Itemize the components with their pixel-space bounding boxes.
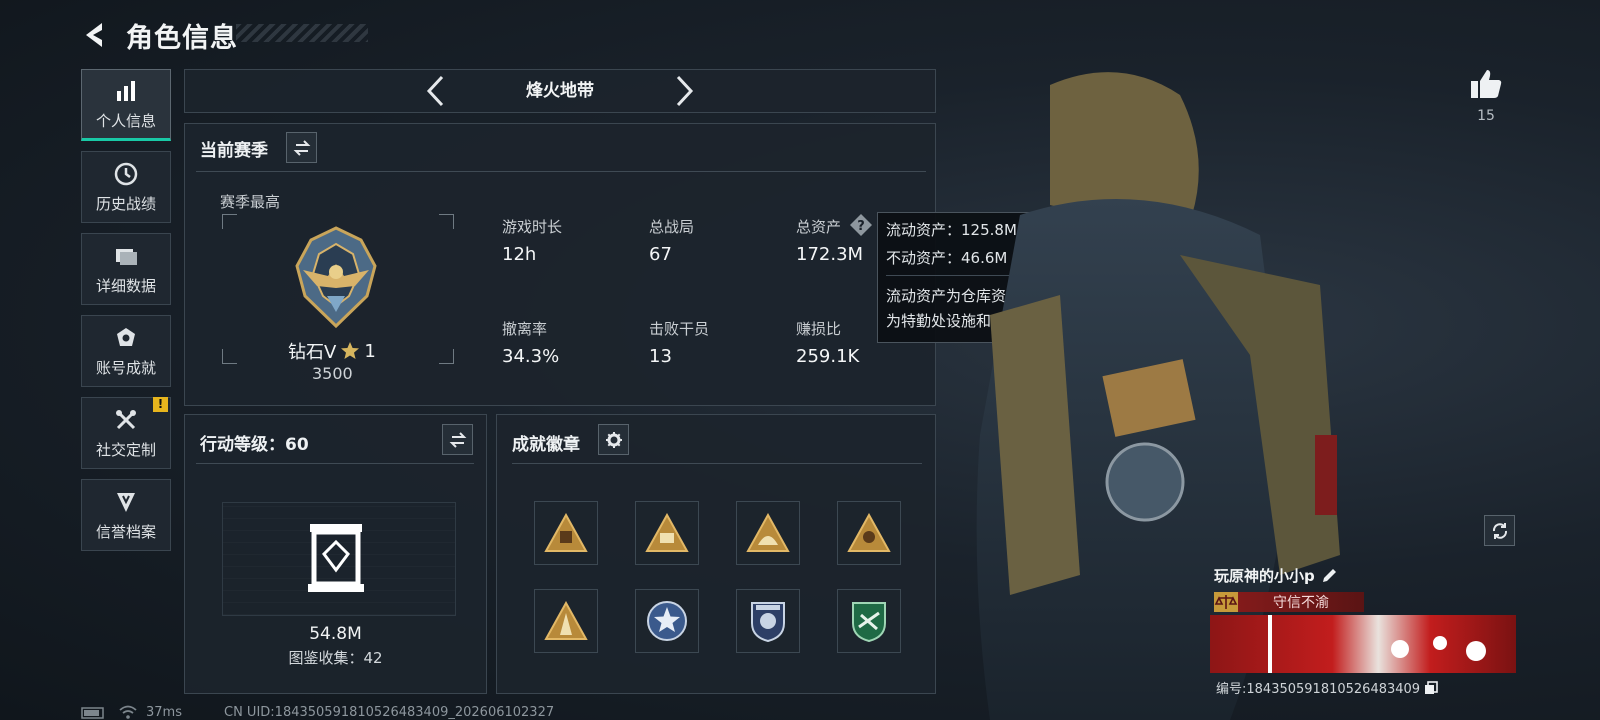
- stat-label: 撤离率: [502, 320, 548, 338]
- star-medal-icon: [647, 601, 687, 641]
- rank-stars: 1: [364, 340, 376, 362]
- sidebar-item-label: 社交定制: [95, 440, 156, 459]
- season-title: 当前赛季: [200, 141, 268, 161]
- title-decoration: [236, 24, 368, 42]
- chevron-left-icon[interactable]: [424, 74, 448, 108]
- stat-label: 击败干员: [649, 320, 710, 338]
- player-id-row: 编号:1843505918105264834​09: [1216, 678, 1438, 697]
- scale-icon: [1214, 592, 1238, 612]
- sidebar-item-label: 账号成就: [95, 358, 156, 377]
- swap-icon: [449, 431, 466, 448]
- badge-slot[interactable]: [635, 589, 699, 653]
- sidebar-item-label: 详细数据: [95, 276, 156, 295]
- rank-emblem-icon: [295, 226, 377, 329]
- page-title: 角色信息: [126, 23, 238, 54]
- player-banner-image: [1210, 615, 1516, 673]
- badge-slot[interactable]: [534, 589, 598, 653]
- stat-label: 赚损比: [796, 320, 842, 338]
- refresh-button[interactable]: [1484, 515, 1515, 546]
- season-best-label: 赛季最高: [220, 193, 281, 211]
- collection-value: 54.8M: [309, 624, 362, 644]
- help-icon[interactable]: ?: [849, 213, 873, 237]
- player-name: 玩原神的小小p: [1214, 567, 1315, 585]
- badge-slot[interactable]: [534, 501, 598, 565]
- chevron-right-icon[interactable]: [672, 74, 696, 108]
- shield-icon: [117, 492, 135, 512]
- flower-decoration-icon: [1391, 636, 1486, 661]
- sidebar-item-personal-info[interactable]: 个人信息: [81, 69, 171, 141]
- clock-icon: [114, 162, 138, 185]
- sidebar-item-social[interactable]: 社交定制 !: [81, 397, 171, 469]
- collection-count: 图鉴收集：42: [288, 649, 383, 667]
- badge-settings-button[interactable]: [598, 424, 629, 455]
- badge-slot[interactable]: [736, 589, 800, 653]
- green-shield-icon: [852, 602, 886, 643]
- rank-points: 3500: [312, 364, 353, 383]
- player-name-row: 玩原神的小小p: [1214, 565, 1338, 586]
- sidebar-item-label: 个人信息: [95, 111, 156, 130]
- refresh-icon: [1492, 522, 1507, 539]
- alert-badge: !: [153, 397, 168, 412]
- credit-tag-label: 守信不渝: [1273, 595, 1329, 611]
- rank-name-row: 钻石V 1: [288, 338, 376, 364]
- switch-season-button[interactable]: [286, 132, 317, 163]
- player-id: 编号:1843505918105264834​09: [1216, 682, 1421, 697]
- triangle-badge-icon: [847, 513, 891, 552]
- badges-title: 成就徽章: [512, 435, 580, 455]
- badge-slot[interactable]: [837, 589, 901, 653]
- badge-slot[interactable]: [837, 501, 901, 565]
- collection-vault-icon[interactable]: [306, 522, 366, 594]
- switch-level-button[interactable]: [442, 424, 473, 455]
- svg-text:?: ?: [857, 219, 865, 234]
- achievement-icon: [117, 327, 135, 346]
- likes-count: 15: [1477, 108, 1495, 124]
- triangle-badge-icon: [746, 513, 790, 552]
- stat-label: 总战局: [649, 218, 695, 236]
- wifi-icon: [119, 705, 137, 719]
- sidebar-item-history[interactable]: 历史战绩: [81, 151, 171, 223]
- triangle-badge-icon: [544, 601, 588, 640]
- stat-value: 34.3%: [502, 346, 560, 367]
- uid-label: CN UID:184350591810526483409_20260610232…: [224, 705, 555, 720]
- thumbs-up-icon[interactable]: [1469, 67, 1503, 101]
- rank-name: 钻石V: [288, 342, 337, 363]
- mode-label: 烽火地带: [526, 81, 594, 101]
- bar-chart-icon: [117, 80, 135, 101]
- badge-slot[interactable]: [635, 501, 699, 565]
- credit-tag: 守信不渝: [1214, 592, 1364, 612]
- stat-label: 总资产: [796, 218, 842, 236]
- back-arrow-icon[interactable]: [78, 18, 112, 52]
- stat-value: 13: [649, 346, 672, 367]
- stat-value: 12h: [502, 244, 537, 265]
- sidebar-item-credit[interactable]: 信誉档案: [81, 479, 171, 551]
- stat-value: 67: [649, 244, 672, 265]
- action-level-title: 行动等级：60: [200, 435, 309, 455]
- triangle-badge-icon: [645, 513, 689, 552]
- sidebar-item-details[interactable]: 详细数据: [81, 233, 171, 305]
- police-shield-icon: [751, 602, 785, 643]
- ping-value: 37ms: [146, 705, 182, 720]
- sidebar-item-achievements[interactable]: 账号成就: [81, 315, 171, 387]
- sidebar-item-label: 历史战绩: [95, 194, 156, 213]
- divider: [196, 463, 474, 464]
- stat-value: 259.1K: [796, 346, 860, 367]
- triangle-badge-icon: [544, 513, 588, 552]
- copy-icon[interactable]: [1424, 680, 1438, 695]
- badge-slot[interactable]: [736, 501, 800, 565]
- edit-icon[interactable]: [1321, 567, 1338, 584]
- stat-label: 游戏时长: [502, 218, 563, 236]
- folder-icon: [116, 248, 137, 265]
- star-icon: [341, 342, 360, 359]
- gear-icon: [605, 431, 622, 448]
- divider: [512, 463, 922, 464]
- swap-icon: [293, 139, 310, 156]
- battery-icon: [81, 707, 104, 719]
- sidebar-item-label: 信誉档案: [95, 522, 156, 541]
- stat-value: 172.3M: [796, 244, 864, 265]
- wrench-icon: [116, 409, 136, 429]
- divider: [196, 171, 926, 172]
